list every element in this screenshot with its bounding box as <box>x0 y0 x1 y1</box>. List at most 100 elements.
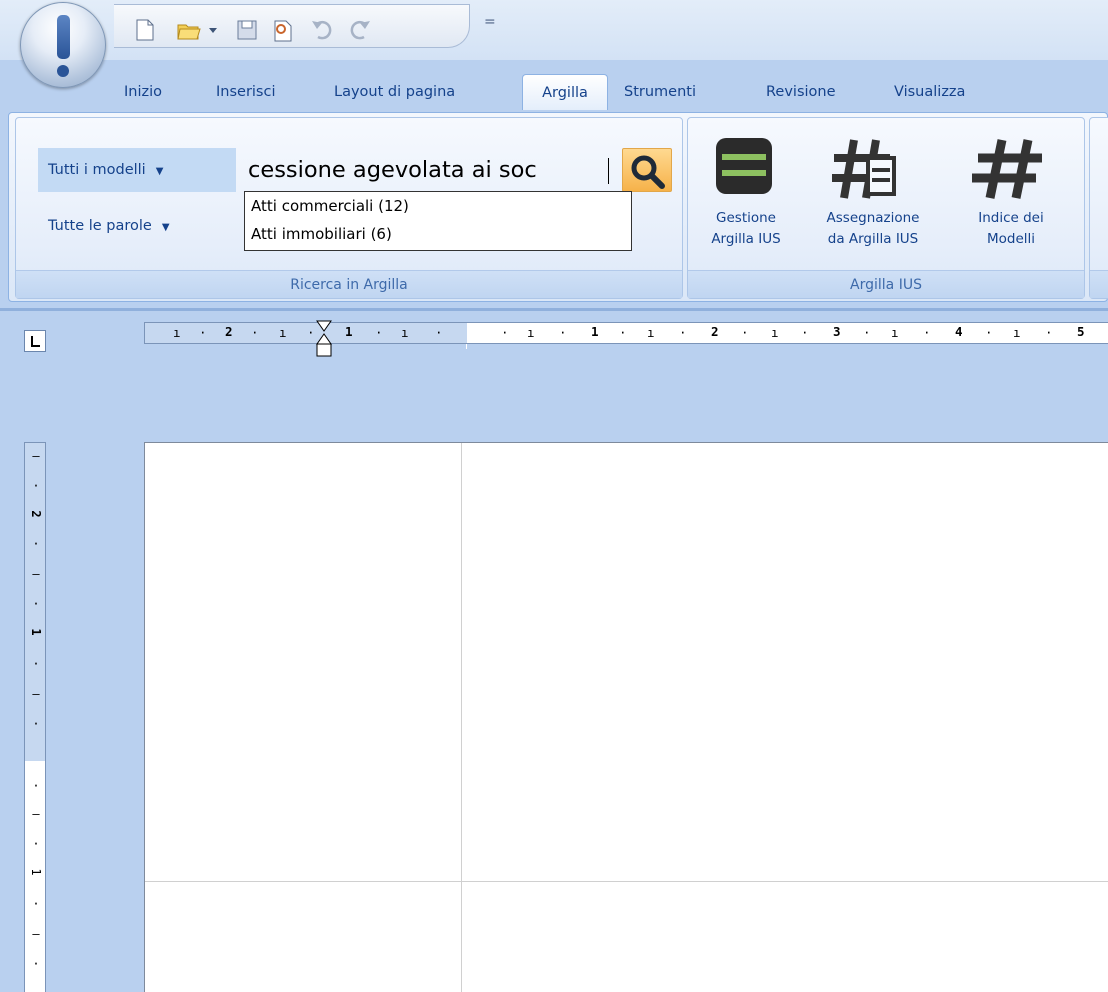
ruler-tick: ı <box>1013 325 1021 340</box>
tab-layout-di-pagina[interactable]: Layout di pagina <box>330 74 459 110</box>
ruler-tick: · <box>985 325 993 340</box>
tab-inizio[interactable]: Inizio <box>120 74 166 110</box>
button-label: Indice dei <box>978 210 1044 226</box>
search-input[interactable] <box>244 150 624 190</box>
button-label: Assegnazione <box>826 210 920 226</box>
ruler-tick: · <box>32 897 40 911</box>
ruler-tick: · <box>619 325 627 340</box>
tab-argilla[interactable]: Argilla <box>522 74 608 110</box>
ruler-number: 2 <box>225 324 233 339</box>
ruler-tick: · <box>32 779 40 793</box>
customize-quick-access-button[interactable]: = <box>484 14 496 30</box>
office-logo-icon <box>57 15 70 59</box>
text-cursor <box>608 158 609 184</box>
ruler-number: 2 <box>711 324 719 339</box>
button-label: da Argilla IUS <box>827 231 919 247</box>
gestione-icon <box>716 138 772 194</box>
ribbon: Tutti i modelli ▼ Tutte le parole ▼ Atti c… <box>8 112 1108 302</box>
tab-strumenti[interactable]: Strumenti <box>620 74 700 110</box>
ruler-tick: · <box>559 325 567 340</box>
horizontal-ruler[interactable]: ı · 2 · ı · 1 · ı · · ı · 1 · ı · 2 · ı … <box>144 322 1108 344</box>
group-label <box>1090 270 1108 298</box>
ruler-tick: ı <box>647 325 655 340</box>
words-dropdown-label: Tutte le parole <box>48 218 152 234</box>
ruler-tick: · <box>32 537 40 551</box>
ruler-tick: – <box>32 807 40 821</box>
ruler-tick: · <box>32 479 40 493</box>
ruler-tick: – <box>32 449 40 463</box>
redo-icon[interactable] <box>348 19 370 43</box>
ruler-tick: · <box>251 325 259 340</box>
ruler-guide <box>466 344 467 349</box>
ruler-tick: ı <box>527 325 535 340</box>
ruler-tick: ı <box>173 325 181 340</box>
ruler-tick: · <box>32 597 40 611</box>
office-logo-dot <box>57 65 69 77</box>
ruler-tick: · <box>679 325 687 340</box>
ruler-tick: ı <box>771 325 779 340</box>
ruler-tick: ı <box>401 325 409 340</box>
tab-selector-button[interactable] <box>24 330 46 352</box>
button-label: Argilla IUS <box>711 231 781 247</box>
print-preview-icon[interactable] <box>272 19 294 43</box>
indice-modelli-button[interactable]: Indice dei Modelli <box>954 130 1068 280</box>
suggestion-item[interactable]: Atti immobiliari (6) <box>245 220 631 248</box>
document-page[interactable] <box>144 442 1108 992</box>
ruler-tick: ı <box>891 325 899 340</box>
ruler-tick: · <box>375 325 383 340</box>
search-group: Tutti i modelli ▼ Tutte le parole ▼ Atti c… <box>15 117 683 299</box>
undo-icon[interactable] <box>310 19 332 43</box>
ruler-tick: · <box>863 325 871 340</box>
assegnazione-argilla-ius-button[interactable]: Assegnazione da Argilla IUS <box>816 130 930 280</box>
button-label: Gestione <box>716 210 776 226</box>
indent-marker[interactable] <box>316 320 332 360</box>
hash-icon <box>972 139 1042 199</box>
ruler-number: 3 <box>833 324 841 339</box>
ruler-tick: · <box>199 325 207 340</box>
ruler-tick: · <box>741 325 749 340</box>
ruler-tick: – <box>32 687 40 701</box>
ruler-tick: · <box>923 325 931 340</box>
gestione-argilla-ius-button[interactable]: Gestione Argilla IUS <box>698 130 794 280</box>
button-label: Modelli <box>986 231 1036 247</box>
tab-visualizza[interactable]: Visualizza <box>890 74 969 110</box>
ruler-area: ı · 2 · ı · 1 · ı · · ı · 1 · ı · 2 · ı … <box>0 302 1108 442</box>
open-folder-icon[interactable] <box>176 19 201 43</box>
ruler-tick: · <box>32 717 40 731</box>
ruler-tick: · <box>801 325 809 340</box>
ruler-number: 1 <box>591 324 599 339</box>
words-dropdown[interactable]: Tutte le parole ▼ <box>38 206 238 246</box>
tab-revisione[interactable]: Revisione <box>762 74 840 110</box>
suggestion-item[interactable]: Atti commerciali (12) <box>245 192 631 220</box>
save-icon[interactable] <box>236 19 258 43</box>
group-label: Ricerca in Argilla <box>16 270 682 298</box>
ruler-margin-left <box>145 323 467 343</box>
ruler-number: 2 <box>29 510 43 518</box>
ruler-tick: · <box>501 325 509 340</box>
ruler-number: 1 <box>345 324 353 339</box>
argilla-ius-group: Gestione Argilla IUS Assegnazione da Argil… <box>687 117 1085 299</box>
title-bar: = <box>0 0 1108 60</box>
dropdown-arrow-icon[interactable] <box>208 23 218 47</box>
ruler-tick: · <box>32 657 40 671</box>
suggestion-list: Atti commerciali (12) Atti immobiliari (… <box>244 191 632 251</box>
margin-guide <box>145 881 1108 882</box>
vertical-ruler[interactable]: – · 2 · – · 1 · – · · – · 1 · – · <box>24 442 46 992</box>
tab-inserisci[interactable]: Inserisci <box>212 74 280 110</box>
ruler-tick: · <box>1045 325 1053 340</box>
scope-dropdown[interactable]: Tutti i modelli ▼ <box>38 148 236 192</box>
ruler-tick: · <box>32 957 40 971</box>
divider <box>0 308 1108 311</box>
chevron-down-icon: ▼ <box>155 166 164 177</box>
new-document-icon[interactable] <box>136 19 158 43</box>
search-button[interactable] <box>622 148 672 192</box>
ruler-tick: · <box>307 325 315 340</box>
ruler-tick: ı <box>279 325 287 340</box>
ruler-tick: · <box>32 837 40 851</box>
office-button[interactable] <box>20 2 106 88</box>
hash-document-icon <box>832 139 896 199</box>
ruler-number: 5 <box>1077 324 1085 339</box>
ruler-number: 1 <box>29 868 43 876</box>
ribbon-tabs: Inizio Inserisci Layout di pagina Argill… <box>0 66 1108 112</box>
ruler-tick: – <box>32 567 40 581</box>
